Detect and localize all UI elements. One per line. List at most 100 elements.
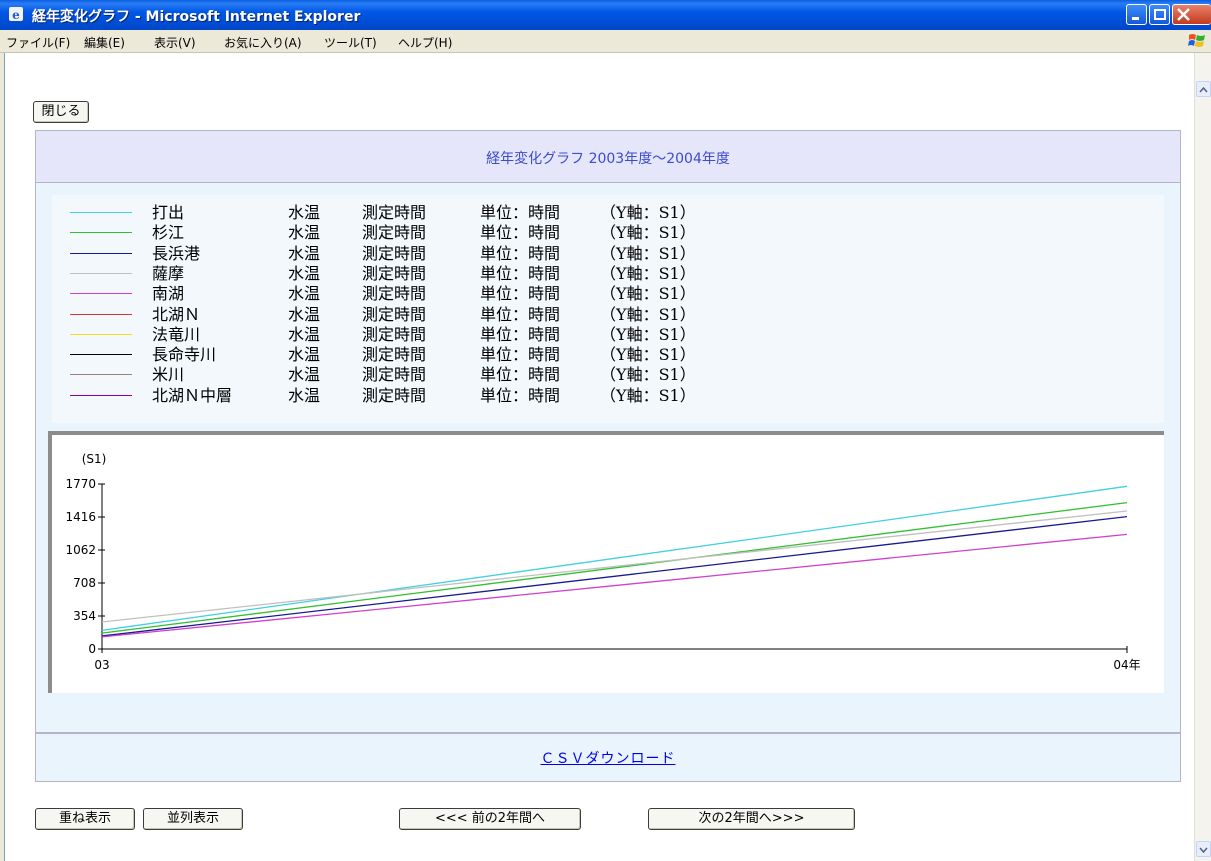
series-line-3 [101,510,1128,623]
legend-row: 南湖 水温 測定時間 単位：時間 （Y軸：S1） [52,284,752,304]
legend-axis: （Y軸：S1） [600,243,696,263]
prev-period-button[interactable]: <<< 前の2年間へ [399,808,581,830]
legend-unit: 単位：時間 [480,284,561,304]
legend-axis: （Y軸：S1） [600,304,696,324]
close-button[interactable]: 閉じる [33,101,89,123]
csv-download-link[interactable]: ＣＳＶダウンロード [36,748,1180,768]
scroll-down-button[interactable] [1196,841,1211,857]
legend-station: 薩摩 [152,263,185,283]
chevron-up-icon [1199,86,1208,93]
legend-axis: （Y軸：S1） [600,284,696,304]
menu-edit[interactable]: 編集(E) [84,34,125,51]
legend-unit: 単位：時間 [480,243,561,263]
chart-panel: 打出 水温 測定時間 単位：時間 （Y軸：S1） 杉江 水温 測定時間 単位：時間 （Y軸：S1）… [35,183,1181,733]
legend-metric: 測定時間 [362,365,427,385]
maximize-icon [1154,9,1166,20]
legend-row: 薩摩 水温 測定時間 単位：時間 （Y軸：S1） [52,264,752,284]
y-tick-label: 1416 [65,510,96,524]
legend-unit: 単位：時間 [480,324,561,344]
legend-item: 水温 [288,243,321,263]
minimize-button[interactable] [1126,4,1147,25]
legend-item: 水温 [288,304,321,324]
legend-metric: 測定時間 [362,385,427,405]
legend-row: 北湖Ｎ 水温 測定時間 単位：時間 （Y軸：S1） [52,305,752,325]
windows-logo-icon [1188,34,1205,47]
menu-help[interactable]: ヘルプ(H) [398,34,452,51]
parallel-view-button[interactable]: 並列表示 [143,808,243,830]
y-tick-label: 0 [88,642,96,656]
next-period-button[interactable]: 次の2年間へ>>> [648,808,855,830]
legend-item: 水温 [288,385,321,405]
legend-unit: 単位：時間 [480,365,561,385]
legend-item: 水温 [288,263,321,283]
legend-unit: 単位：時間 [480,203,561,222]
legend-axis: （Y軸：S1） [600,324,696,344]
line-chart: 0 354 708 1062 1416 1770 (S1) 03 04年 [65,452,1140,672]
legend-station: 打出 [152,203,185,222]
chevron-down-icon [1199,847,1208,854]
legend-swatch [70,212,132,213]
x-tick-label: 04年 [1113,658,1140,672]
chart-area: 0 354 708 1062 1416 1770 (S1) 03 04年 [48,431,1164,693]
maximize-button[interactable] [1149,4,1170,25]
legend-metric: 測定時間 [362,223,427,243]
legend-swatch [70,313,132,315]
legend-row: 米川 水温 測定時間 単位：時間 （Y軸：S1） [52,365,752,385]
minimize-icon [1132,17,1139,20]
menu-tools[interactable]: ツール(T) [324,34,377,51]
legend-metric: 測定時間 [362,263,427,283]
legend-swatch [70,252,132,254]
overlay-view-button[interactable]: 重ね表示 [35,808,135,830]
legend-axis: （Y軸：S1） [600,345,696,365]
y-tick-label: 708 [73,576,96,590]
legend-metric: 測定時間 [362,203,427,222]
legend-axis: （Y軸：S1） [600,263,696,283]
legend-row: 長命寺川 水温 測定時間 単位：時間 （Y軸：S1） [52,345,752,365]
series-line-2 [101,515,1128,637]
legend-metric: 測定時間 [362,243,427,263]
title-bar: e 経年変化グラフ - Microsoft Internet Explorer [0,0,1211,30]
legend-metric: 測定時間 [362,324,427,344]
legend-station: 北湖Ｎ中層 [152,385,233,405]
legend-station: 法竜川 [152,324,201,344]
legend-station: 北湖Ｎ [152,304,201,324]
legend-row: 法竜川 水温 測定時間 単位：時間 （Y軸：S1） [52,325,752,345]
legend-axis: （Y軸：S1） [600,203,696,222]
menu-favorites[interactable]: お気に入り(A) [224,34,302,51]
heading-panel: 経年変化グラフ 2003年度～2004年度 [35,130,1181,183]
close-icon [1177,8,1190,21]
page-title: 経年変化グラフ 2003年度～2004年度 [486,151,730,167]
legend-swatch [70,333,132,335]
vertical-scrollbar[interactable] [1194,53,1211,861]
y-tick-label: 1062 [65,543,96,557]
legend-unit: 単位：時間 [480,385,561,405]
legend-item: 水温 [288,284,321,304]
legend-swatch [70,354,132,356]
legend-item: 水温 [288,365,321,385]
legend-row: 北湖Ｎ中層 水温 測定時間 単位：時間 （Y軸：S1） [52,386,752,406]
legend-swatch [70,232,132,234]
legend-metric: 測定時間 [362,304,427,324]
legend-row: 打出 水温 測定時間 単位：時間 （Y軸：S1） [52,203,752,223]
legend-station: 杉江 [152,223,185,243]
page-content: 閉じる 経年変化グラフ 2003年度～2004年度 打出 水温 測定時間 単位：時間（… [4,53,1195,861]
legend-unit: 単位：時間 [480,263,561,283]
legend-item: 水温 [288,223,321,243]
legend-swatch [70,374,132,376]
menu-view[interactable]: 表示(V) [154,34,196,51]
legend-item: 水温 [288,203,321,222]
menu-file[interactable]: ファイル(F) [6,34,70,51]
menu-bar: ファイル(F) 編集(E) 表示(V) お気に入り(A) ツール(T) ヘルプ(… [0,30,1211,53]
window-title: 経年変化グラフ - Microsoft Internet Explorer [32,9,361,25]
legend-station: 南湖 [152,284,185,304]
ie-icon: e [9,7,23,22]
close-window-button[interactable] [1172,4,1211,25]
legend-station: 米川 [152,365,185,385]
series-line-1 [101,501,1128,634]
x-tick-label: 03 [94,658,109,672]
legend-unit: 単位：時間 [480,345,561,365]
legend-metric: 測定時間 [362,345,427,365]
scroll-up-button[interactable] [1196,81,1211,97]
legend-station: 長浜港 [152,243,201,263]
legend-metric: 測定時間 [362,284,427,304]
